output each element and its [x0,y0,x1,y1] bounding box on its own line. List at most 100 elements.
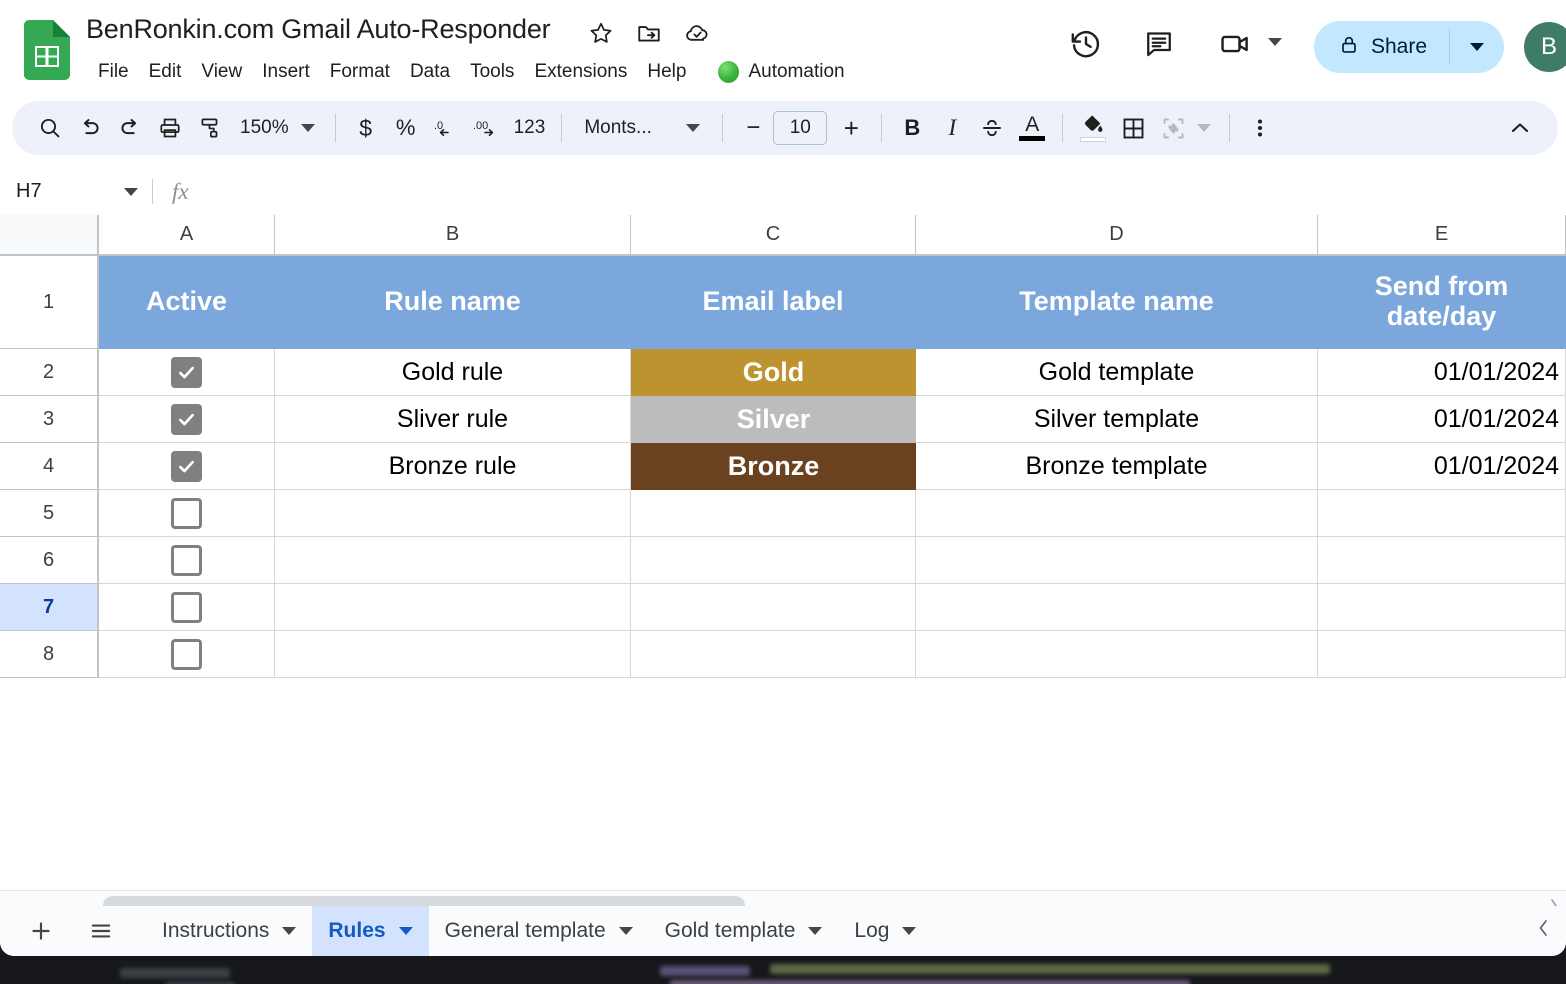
row-header-7[interactable]: 7 [0,584,99,631]
cell-d4[interactable]: Bronze template [916,443,1318,490]
sheet-tab-chevron-down-icon[interactable] [808,927,823,935]
active-checkbox-row8[interactable] [171,638,202,670]
menu-help[interactable]: Help [637,58,696,86]
sheet-tab-chevron-down-icon[interactable] [398,927,413,935]
video-call-icon[interactable] [1218,26,1260,62]
drive-saved-cloud-icon[interactable] [684,20,710,46]
cell-a8[interactable] [99,631,275,678]
search-icon[interactable] [30,108,70,148]
cell-d1[interactable]: Template name [916,256,1318,349]
row-header-6[interactable]: 6 [0,537,99,584]
row-header-5[interactable]: 5 [0,490,99,537]
cell-a2[interactable] [99,349,275,396]
cell-a1[interactable]: Active [99,256,275,349]
cell-d3[interactable]: Silver template [916,396,1318,443]
cell-c6[interactable] [631,537,916,584]
active-checkbox-row7[interactable] [171,591,202,623]
cell-c3[interactable]: Silver [631,396,916,443]
sheet-tab-gold-template[interactable]: Gold template [649,906,839,956]
row-header-1[interactable]: 1 [0,256,99,349]
automation-menu[interactable]: Automation [718,61,845,83]
column-header-b[interactable]: B [275,215,631,256]
row-header-8[interactable]: 8 [0,631,99,678]
active-checkbox-row4[interactable] [171,450,202,482]
cell-e1[interactable]: Send from date/day [1318,256,1566,349]
cell-b3[interactable]: Sliver rule [275,396,631,443]
expand-sidebar-icon[interactable] [1536,916,1552,946]
cell-e3[interactable]: 01/01/2024 [1318,396,1566,443]
redo-icon[interactable] [110,108,150,148]
active-checkbox-row6[interactable] [171,544,202,576]
active-checkbox-row3[interactable] [171,403,202,435]
cell-d5[interactable] [916,490,1318,537]
increase-font-size-button[interactable]: + [831,108,871,148]
cell-c7[interactable] [631,584,916,631]
cell-b6[interactable] [275,537,631,584]
cell-c2[interactable]: Gold [631,349,916,396]
undo-icon[interactable] [70,108,110,148]
menu-insert[interactable]: Insert [252,58,320,86]
strikethrough-icon[interactable] [972,108,1012,148]
comment-icon[interactable] [1142,26,1176,62]
print-icon[interactable] [150,108,190,148]
sheet-tab-chevron-down-icon[interactable] [282,927,297,935]
cell-b5[interactable] [275,490,631,537]
text-color-button[interactable]: A [1012,108,1052,148]
share-button[interactable]: Share [1314,21,1505,73]
name-box[interactable]: H7 [0,168,152,215]
video-call-chevron-down-icon[interactable] [1268,38,1282,46]
cell-e8[interactable] [1318,631,1566,678]
column-header-d[interactable]: D [916,215,1318,256]
menu-view[interactable]: View [191,58,252,86]
cell-a5[interactable] [99,490,275,537]
bold-button[interactable]: B [892,108,932,148]
sheet-tab-general-template[interactable]: General template [429,906,649,956]
cell-c8[interactable] [631,631,916,678]
cell-e5[interactable] [1318,490,1566,537]
document-title[interactable]: BenRonkin.com Gmail Auto-Responder [86,14,551,45]
cell-e7[interactable] [1318,584,1566,631]
menu-tools[interactable]: Tools [460,58,524,86]
more-formats-button[interactable]: 123 [508,108,552,148]
more-options-icon[interactable] [1240,108,1280,148]
cell-c4[interactable]: Bronze [631,443,916,490]
sheet-tab-chevron-down-icon[interactable] [618,927,633,935]
select-all-corner-button[interactable] [0,215,99,256]
version-history-icon[interactable] [1068,26,1104,62]
cell-a6[interactable] [99,537,275,584]
collapse-toolbar-icon[interactable] [1500,108,1540,148]
sheet-tab-chevron-down-icon[interactable] [902,927,917,935]
cell-b4[interactable]: Bronze rule [275,443,631,490]
menu-format[interactable]: Format [320,58,400,86]
menu-file[interactable]: File [88,58,139,86]
column-header-e[interactable]: E [1318,215,1566,256]
menu-data[interactable]: Data [400,58,460,86]
cell-c5[interactable] [631,490,916,537]
cell-b2[interactable]: Gold rule [275,349,631,396]
cell-a7[interactable] [99,584,275,631]
move-to-folder-icon[interactable] [636,20,662,46]
active-checkbox-row2[interactable] [171,356,202,388]
cell-b7[interactable] [275,584,631,631]
column-header-a[interactable]: A [99,215,275,256]
increase-decimal-button[interactable]: .00 [466,108,508,148]
decrease-decimal-button[interactable]: .0 [426,108,466,148]
format-currency-button[interactable]: $ [346,108,386,148]
paint-format-icon[interactable] [190,108,230,148]
avatar[interactable]: B [1524,22,1566,72]
active-checkbox-row5[interactable] [171,497,202,529]
menu-edit[interactable]: Edit [139,58,192,86]
font-family-selector[interactable]: Monts... [572,108,712,148]
sheet-tab-rules[interactable]: Rules [312,906,429,956]
all-sheets-menu-icon[interactable] [78,908,124,954]
cell-c1[interactable]: Email label [631,256,916,349]
cell-b8[interactable] [275,631,631,678]
row-header-3[interactable]: 3 [0,396,99,443]
menu-extensions[interactable]: Extensions [524,58,637,86]
formula-input[interactable] [208,168,1558,215]
cell-d6[interactable] [916,537,1318,584]
cell-b1[interactable]: Rule name [275,256,631,349]
cell-a4[interactable] [99,443,275,490]
font-size-input[interactable]: 10 [773,111,828,145]
borders-icon[interactable] [1113,108,1153,148]
